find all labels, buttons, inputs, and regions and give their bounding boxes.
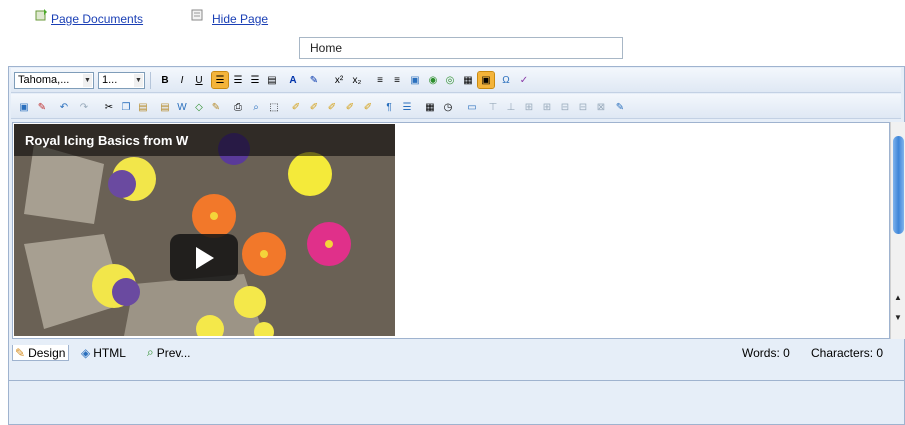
underline-icon[interactable]: U — [191, 72, 207, 88]
spellcheck-icon[interactable]: ✓ — [516, 72, 532, 88]
paste-icon[interactable]: ▤ — [135, 99, 151, 115]
merge-cells-icon[interactable]: ⊟ — [575, 99, 591, 115]
table-row-below-icon[interactable]: ⊥ — [503, 99, 519, 115]
insert-link-icon[interactable]: ◉ — [425, 72, 441, 88]
new-document-icon[interactable]: ▣ — [16, 99, 32, 115]
font-size-select[interactable]: 1... ▼ — [98, 72, 145, 89]
insert-media-icon[interactable]: ▣ — [477, 71, 495, 89]
align-center-icon[interactable]: ☰ — [230, 72, 246, 88]
video-title-bar: Royal Icing Basics from W — [14, 124, 395, 156]
page-documents-link[interactable]: Page Documents — [51, 12, 143, 26]
font-family-select[interactable]: Tahoma,... ▼ — [14, 72, 94, 89]
align-left-icon[interactable]: ☰ — [211, 71, 229, 89]
word-count: Words: 0 — [742, 346, 790, 360]
paste-word-icon[interactable]: W — [174, 99, 190, 115]
content-scrollbar[interactable]: ▲ ▼ — [890, 122, 905, 339]
insert-symbol-icon[interactable]: Ω — [498, 72, 514, 88]
select-all-icon[interactable]: ⬚ — [266, 99, 282, 115]
font-color-icon[interactable]: A — [285, 72, 301, 88]
page-title-field[interactable] — [299, 37, 623, 59]
remove-link-icon[interactable]: ◎ — [442, 72, 458, 88]
rich-text-editor: Tahoma,... ▼ 1... ▼ B I U ☰ ☰ ☰ ▤ A ✎ x²… — [8, 66, 905, 425]
table-insert-icon[interactable]: ▭ — [464, 99, 480, 115]
editor-content-area[interactable]: Royal Icing Basics from W — [12, 122, 890, 339]
tab-preview-label: Prev... — [156, 345, 191, 360]
redo-icon[interactable]: ↷ — [76, 99, 92, 115]
font-size-value: 1... — [102, 74, 118, 86]
tab-design-label: Design — [28, 345, 66, 360]
pencil-icon: ✎ — [15, 345, 26, 360]
insert-time-icon[interactable]: ◷ — [440, 99, 456, 115]
cut-icon[interactable]: ✂ — [101, 99, 117, 115]
paste-html-icon[interactable]: ◇ — [191, 99, 207, 115]
scroll-up-icon[interactable]: ▲ — [892, 292, 904, 304]
chevron-down-icon: ▼ — [134, 74, 143, 87]
table-col-left-icon[interactable]: ⊞ — [521, 99, 537, 115]
mode-bar: ✎ Design ◈ HTML ⌕ Prev... Words: 0 Chara… — [9, 343, 904, 361]
tab-design[interactable]: ✎ Design — [12, 345, 70, 361]
style-icon-1[interactable]: ✐ — [288, 99, 304, 115]
scroll-thumb[interactable] — [893, 136, 904, 234]
paste-text-icon[interactable]: ▤ — [157, 99, 173, 115]
font-family-value: Tahoma,... — [18, 74, 70, 86]
style-icon-2[interactable]: ✐ — [306, 99, 322, 115]
html-icon: ◈ — [81, 345, 91, 360]
play-button[interactable] — [170, 234, 238, 281]
highlight-color-icon[interactable]: ✎ — [306, 72, 322, 88]
character-count: Characters: 0 — [811, 346, 884, 360]
divider — [9, 380, 904, 381]
superscript-icon[interactable]: x² — [331, 72, 347, 88]
insert-date-icon[interactable]: ▦ — [422, 99, 438, 115]
align-justify-icon[interactable]: ▤ — [264, 72, 280, 88]
top-bar: Page Documents Hide Page — [0, 0, 905, 34]
documents-icon — [35, 9, 47, 21]
style-icon-5[interactable]: ✐ — [360, 99, 376, 115]
bold-icon[interactable]: B — [157, 72, 173, 88]
find-icon[interactable]: ⌕ — [248, 99, 264, 115]
split-cells-icon[interactable]: ⊠ — [593, 99, 609, 115]
scroll-down-icon[interactable]: ▼ — [892, 312, 904, 324]
hide-page-link[interactable]: Hide Page — [212, 12, 268, 26]
numbered-list-icon[interactable]: ≡ — [372, 72, 388, 88]
horizontal-rule-icon[interactable]: ☰ — [399, 99, 415, 115]
bulleted-list-icon[interactable]: ≡ — [389, 72, 405, 88]
insert-image-icon[interactable]: ▣ — [407, 72, 423, 88]
toolbar-separator — [150, 72, 151, 89]
magnifier-icon: ⌕ — [147, 345, 154, 359]
table-col-right-icon[interactable]: ⊞ — [539, 99, 555, 115]
print-icon[interactable]: ⎙ — [230, 99, 246, 115]
copy-icon[interactable]: ❐ — [118, 99, 134, 115]
tab-html[interactable]: ◈ HTML — [81, 345, 126, 360]
undo-icon[interactable]: ↶ — [56, 99, 72, 115]
table-row-above-icon[interactable]: ⊤ — [485, 99, 501, 115]
embedded-video[interactable]: Royal Icing Basics from W — [14, 124, 395, 336]
table-properties-icon[interactable]: ✎ — [612, 99, 628, 115]
open-icon[interactable]: ✎ — [34, 99, 50, 115]
chevron-down-icon: ▼ — [83, 74, 92, 87]
hide-page-icon — [191, 9, 203, 21]
insert-table-icon[interactable]: ▦ — [460, 72, 476, 88]
subscript-icon[interactable]: x₂ — [349, 72, 365, 88]
style-icon-3[interactable]: ✐ — [324, 99, 340, 115]
table-delete-icon[interactable]: ⊟ — [557, 99, 573, 115]
paragraph-icon[interactable]: ¶ — [381, 99, 397, 115]
video-title: Royal Icing Basics from W — [25, 133, 189, 148]
tab-html-label: HTML — [93, 345, 126, 360]
tab-preview[interactable]: ⌕ Prev... — [147, 345, 191, 360]
style-icon-4[interactable]: ✐ — [342, 99, 358, 115]
format-stripper-icon[interactable]: ✎ — [208, 99, 224, 115]
italic-icon[interactable]: I — [174, 72, 190, 88]
align-right-icon[interactable]: ☰ — [247, 72, 263, 88]
